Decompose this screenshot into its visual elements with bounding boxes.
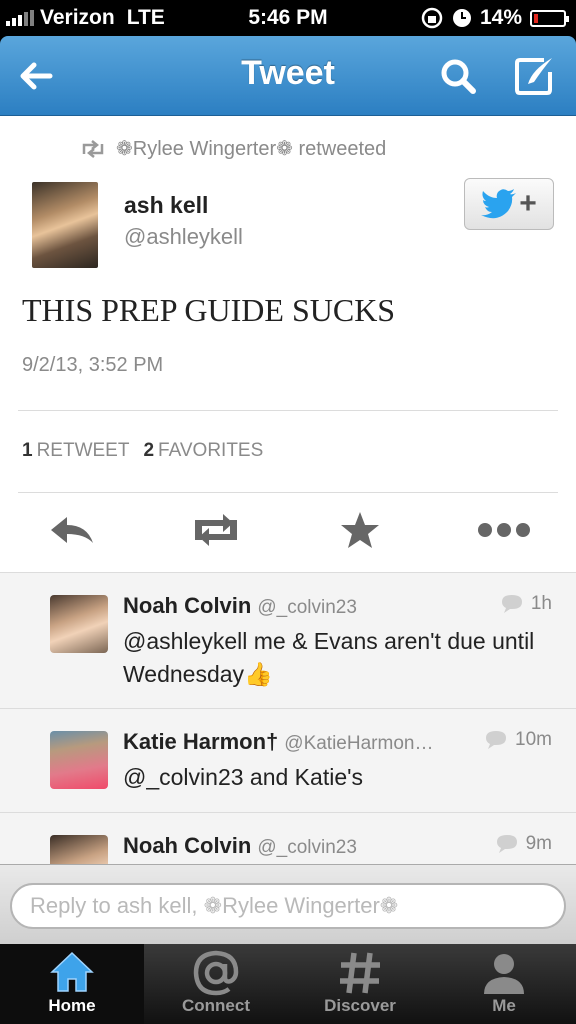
reply-time: 1h: [501, 593, 552, 615]
home-icon: [0, 950, 144, 994]
reply-author-name: Katie Harmon† @KatieHarmon…: [123, 729, 433, 755]
status-bar: Verizon LTE 5:46 PM 14%: [0, 0, 576, 36]
author-name[interactable]: ash kell: [124, 192, 208, 219]
tweet-text: THIS PREP GUIDE SUCKS: [22, 292, 396, 328]
reply-list: Noah Colvin @_colvin23 1h @ashleykell me …: [0, 572, 576, 864]
search-icon[interactable]: [436, 54, 480, 98]
retweet-icon[interactable]: [188, 506, 244, 554]
retweet-small-icon: [82, 139, 104, 158]
reply-time: 10m: [485, 729, 552, 751]
reply-handle: @KatieHarmon…: [284, 733, 434, 754]
reply-input[interactable]: [10, 883, 566, 929]
battery-percent: 14%: [479, 6, 522, 29]
favorite-label: FAVORITES: [158, 440, 264, 461]
reply-name: Katie Harmon†: [123, 729, 279, 754]
list-item[interactable]: Katie Harmon† @KatieHarmon… 10m @_colvin2…: [0, 709, 576, 813]
favorite-star-icon[interactable]: [332, 506, 388, 554]
tab-home[interactable]: Home: [0, 944, 144, 1024]
rotation-lock-icon: [421, 7, 443, 29]
list-item[interactable]: Noah Colvin @_colvin23 1h @ashleykell me …: [0, 573, 576, 709]
reply-text: @_colvin23 and Katie's: [123, 764, 363, 790]
conversation-bubble-icon: [501, 595, 522, 613]
battery-icon: [530, 9, 569, 27]
reply-handle: @_colvin23: [257, 597, 357, 618]
twitter-bird-icon: [481, 189, 517, 219]
nav-bar: Tweet: [0, 36, 576, 116]
author-handle[interactable]: @ashleykell: [124, 224, 243, 250]
reply-time-label: 9m: [525, 833, 552, 854]
reply-time-label: 1h: [530, 593, 552, 614]
reply-handle: @_colvin23: [257, 837, 357, 858]
retweeted-by: ❁Rylee Wingerter❁ retweeted: [80, 136, 386, 161]
tab-label: Me: [492, 996, 516, 1015]
tweet-detail: ❁Rylee Wingerter❁ retweeted ash kell @as…: [0, 116, 576, 864]
alarm-icon: [452, 9, 471, 27]
favorite-count: 2: [143, 440, 155, 461]
conversation-bubble-icon: [496, 835, 517, 853]
tab-label: Connect: [182, 996, 250, 1015]
reply-bar: [0, 864, 576, 944]
reply-author-name: Noah Colvin @_colvin23: [123, 593, 357, 619]
tab-connect[interactable]: Connect: [144, 944, 288, 1024]
follow-plus-icon: +: [519, 187, 537, 220]
follow-button[interactable]: +: [464, 178, 554, 230]
at-icon: [144, 950, 288, 996]
avatar[interactable]: [50, 731, 108, 789]
author-avatar[interactable]: [32, 182, 98, 268]
reply-name: Noah Colvin: [123, 833, 252, 858]
divider: [18, 492, 558, 493]
tab-bar: Home Connect Discover Me: [0, 944, 576, 1024]
more-options-icon[interactable]: [476, 506, 532, 554]
retweeted-by-label: ❁Rylee Wingerter❁ retweeted: [116, 138, 387, 160]
tab-me[interactable]: Me: [432, 944, 576, 1024]
reply-icon[interactable]: [44, 506, 100, 554]
hash-icon: [288, 950, 432, 996]
person-icon: [432, 950, 576, 996]
retweet-count: 1: [22, 440, 33, 461]
conversation-bubble-icon: [486, 731, 507, 749]
reply-text: @ashleykell me & Evans aren't due until …: [123, 628, 535, 687]
divider: [18, 410, 558, 411]
tweet-actions: [0, 506, 576, 562]
avatar[interactable]: [50, 835, 108, 864]
status-right: 14%: [420, 6, 569, 30]
tab-discover[interactable]: Discover: [288, 944, 432, 1024]
reply-time: 9m: [496, 833, 552, 855]
tweet-date: 9/2/13, 3:52 PM: [22, 354, 164, 376]
reply-time-label: 10m: [515, 729, 552, 750]
favorites-stat[interactable]: 2 FAVORITES: [143, 440, 263, 462]
compose-icon[interactable]: [512, 54, 556, 98]
page-title: Tweet: [241, 54, 335, 92]
retweet-stat[interactable]: 1 RETWEET: [22, 440, 129, 462]
tab-label: Discover: [324, 996, 396, 1015]
list-item[interactable]: Noah Colvin @_colvin23 9m: [0, 813, 576, 864]
reply-author-name: Noah Colvin @_colvin23: [123, 833, 357, 859]
avatar[interactable]: [50, 595, 108, 653]
tab-label: Home: [48, 996, 96, 1015]
tweet-stats: 1 RETWEET 2 FAVORITES: [22, 440, 263, 462]
retweet-label: RETWEET: [36, 440, 130, 461]
reply-name: Noah Colvin: [123, 593, 252, 618]
